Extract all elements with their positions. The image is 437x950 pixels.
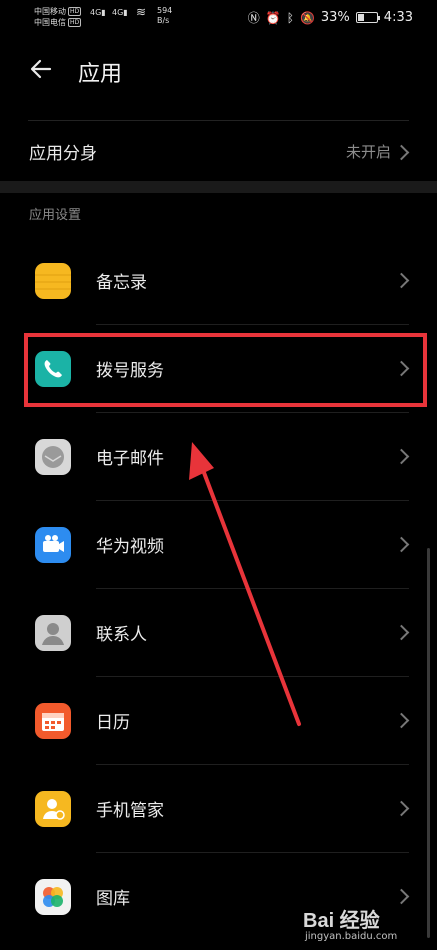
app-label: 手机管家	[96, 801, 164, 821]
hd-badge: HD	[68, 7, 82, 16]
calendar-icon	[35, 703, 71, 739]
video-icon	[35, 527, 71, 563]
app-twin-label: 应用分身	[29, 144, 97, 164]
chevron-right-icon	[393, 712, 410, 729]
battery-icon	[355, 12, 380, 23]
carrier-1: 中国移动	[34, 7, 66, 16]
app-label: 联系人	[96, 625, 147, 645]
section-title: 应用设置	[29, 208, 82, 223]
highlight-box	[24, 333, 427, 407]
chevron-right-icon	[393, 624, 410, 641]
speed-unit: B/s	[157, 16, 170, 25]
back-arrow-icon[interactable]	[28, 56, 54, 82]
network-speed: 594 B/s	[157, 6, 172, 26]
app-twin-value: 未开启	[345, 143, 391, 161]
bluetooth-icon: ᛒ	[286, 10, 294, 25]
chevron-right-icon	[393, 448, 410, 465]
app-label: 电子邮件	[96, 449, 164, 469]
mute-icon: 🔕	[299, 10, 315, 25]
battery-percent: 33%	[320, 10, 350, 25]
phone-manager-icon	[35, 791, 71, 827]
watermark: Bai 经验 jingyan.baidu.com	[303, 904, 433, 948]
app-row-contacts[interactable]: 联系人	[0, 589, 437, 677]
signal-icon-1: 4G▮	[90, 8, 106, 17]
chevron-right-icon	[393, 272, 410, 289]
app-label: 备忘录	[96, 273, 147, 293]
app-row-phone-manager[interactable]: 手机管家	[0, 765, 437, 853]
app-label: 日历	[96, 713, 130, 733]
app-row-notepad[interactable]: 备忘录	[0, 237, 437, 325]
section-gap	[0, 181, 437, 193]
app-row-calendar[interactable]: 日历	[0, 677, 437, 765]
alarm-icon: ⏰	[265, 10, 281, 25]
chevron-right-icon	[393, 144, 410, 161]
notepad-icon	[35, 263, 71, 299]
scrollbar[interactable]	[427, 548, 430, 938]
signal-icon-2: 4G▮	[112, 8, 128, 17]
gallery-icon	[35, 879, 71, 915]
app-twin-row[interactable]: 应用分身 未开启	[0, 121, 437, 181]
email-icon	[35, 439, 71, 475]
chevron-right-icon	[393, 800, 410, 817]
clock: 4:33	[383, 10, 413, 25]
app-row-email[interactable]: 电子邮件	[0, 413, 437, 501]
page-title: 应用	[78, 62, 123, 87]
contacts-icon	[35, 615, 71, 651]
wifi-icon: ≋	[136, 5, 147, 19]
chevron-right-icon	[393, 536, 410, 553]
carrier-2: 中国电信	[34, 18, 66, 27]
watermark-brand: Bai 经验	[303, 910, 380, 932]
nfc-icon: Ⓝ	[247, 11, 260, 25]
watermark-url: jingyan.baidu.com	[305, 931, 398, 942]
status-bar: 中国移动 HD 中国电信 HD 4G▮ 4G▮ ≋ 594 B/s Ⓝ ⏰ ᛒ 🔕 …	[0, 0, 437, 36]
hd-badge: HD	[68, 18, 82, 27]
app-label: 图库	[96, 889, 130, 909]
app-label: 华为视频	[96, 537, 164, 557]
chevron-right-icon	[393, 888, 410, 905]
speed-value: 594	[157, 6, 173, 15]
carrier-info: 中国移动 HD 中国电信 HD	[34, 6, 82, 28]
app-row-video[interactable]: 华为视频	[0, 501, 437, 589]
header: 应用	[0, 46, 437, 96]
status-right: Ⓝ ⏰ ᛒ 🔕 33% 4:33	[248, 9, 413, 26]
